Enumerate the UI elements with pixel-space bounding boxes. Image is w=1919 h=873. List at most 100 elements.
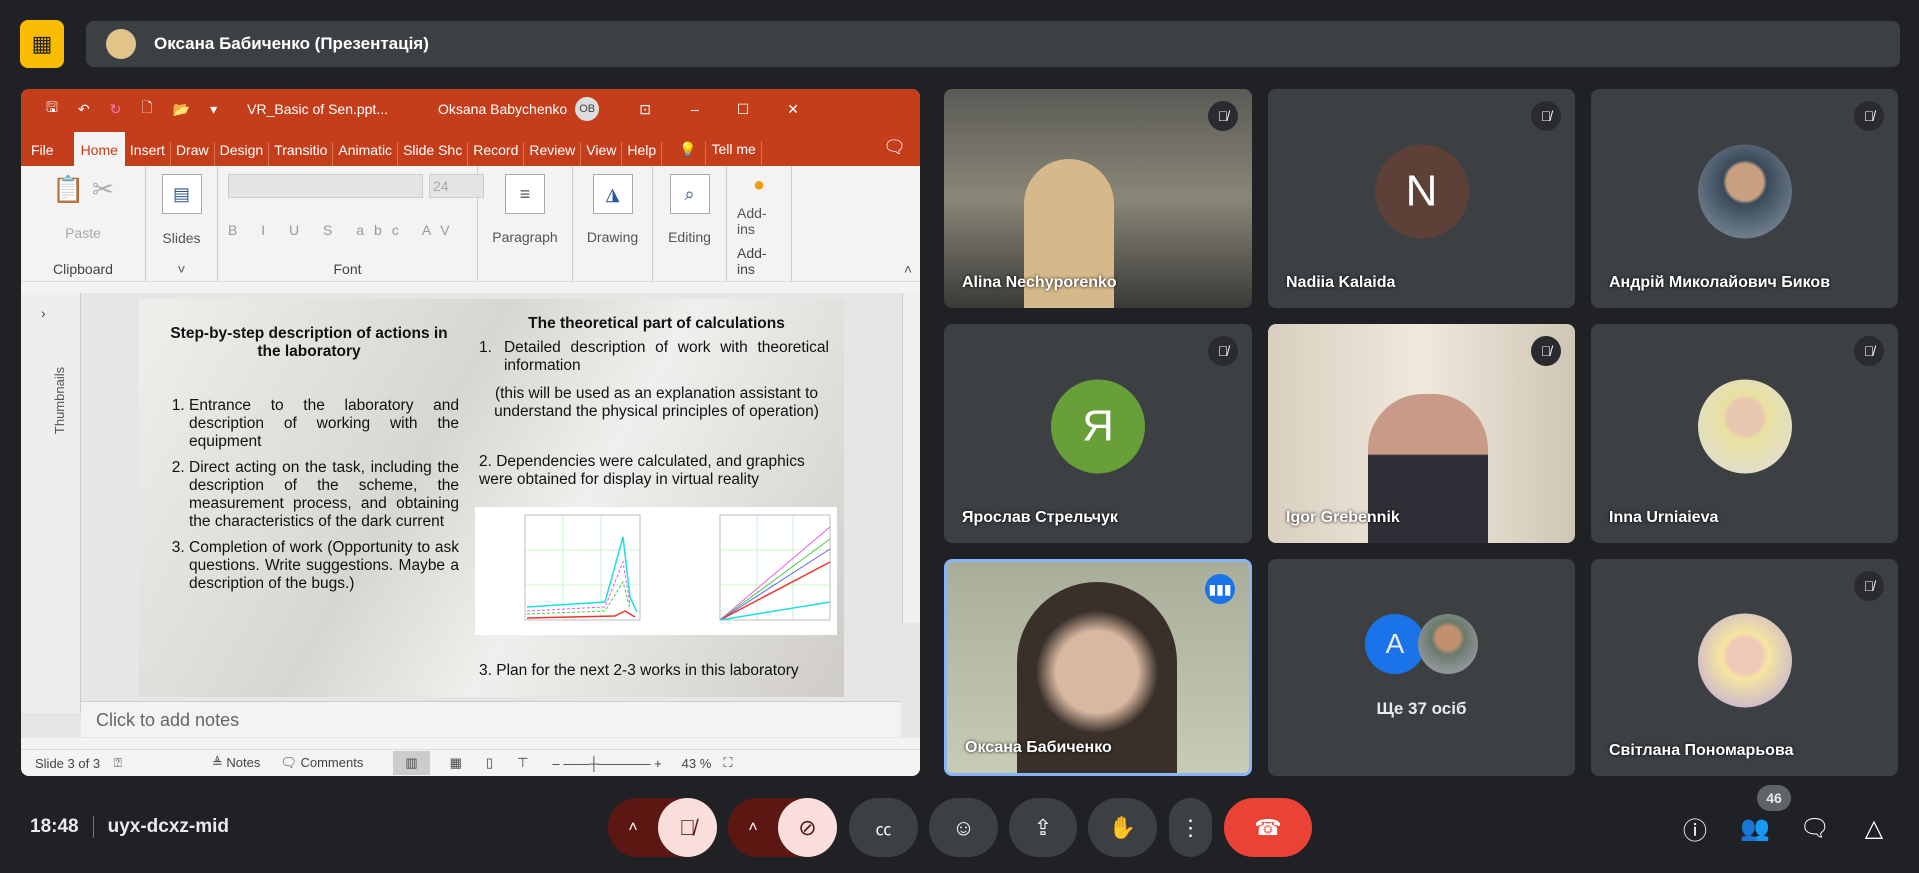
fit-slide-icon[interactable]: ⛶: [723, 755, 732, 771]
minimize-icon[interactable]: –: [691, 101, 699, 117]
tab-design[interactable]: Design: [215, 142, 270, 166]
mic-off-icon: 🎙̸: [1531, 101, 1561, 131]
paste-icon[interactable]: 📋 ✂: [52, 174, 113, 205]
mic-group: ˄ 🎙̸: [608, 798, 717, 857]
presenter-title: Оксана Бабиченко (Презентація): [154, 34, 429, 53]
maximize-icon[interactable]: ☐: [737, 101, 750, 118]
slideshow-icon[interactable]: ⊤: [517, 755, 528, 771]
participant-tile[interactable]: 🎙̸ Igor Grebennik: [1268, 324, 1575, 543]
tab-draw[interactable]: Draw: [171, 142, 215, 166]
vertical-scrollbar[interactable]: [902, 293, 920, 623]
notes-field[interactable]: Click to add notes: [81, 701, 901, 737]
normal-view-icon[interactable]: ▥: [393, 751, 430, 775]
presentation-off-icon[interactable]: ▦: [20, 20, 64, 68]
others-tile[interactable]: A Ще 37 осіб: [1268, 559, 1575, 776]
font-format-buttons[interactable]: B I U S abc AV: [228, 222, 460, 238]
slides-icon[interactable]: ▤: [161, 174, 202, 214]
captions-button[interactable]: ㏄: [849, 798, 918, 857]
editing-button[interactable]: Editing: [668, 229, 711, 245]
slide-sorter-icon[interactable]: ▦: [450, 755, 462, 771]
paragraph-icon[interactable]: ≡: [505, 174, 545, 214]
leave-call-button[interactable]: ☎: [1224, 798, 1312, 857]
accessibility-icon[interactable]: ⍰: [114, 755, 122, 771]
participant-name: Оксана Бабиченко: [965, 739, 1112, 756]
participant-tile[interactable]: Я 🎙̸ Ярослав Стрельчук: [944, 324, 1252, 543]
undo-icon[interactable]: ↶: [78, 101, 90, 118]
tab-insert[interactable]: Insert: [125, 142, 171, 166]
user-avatar[interactable]: OB: [575, 97, 600, 121]
left-title: Step-by-step description of actions in t…: [170, 325, 448, 360]
search-icon[interactable]: ⌕: [669, 174, 710, 214]
left-item: Entrance to the laboratory and descripti…: [189, 397, 459, 451]
people-count-badge: 46: [1757, 785, 1791, 811]
zoom-level[interactable]: 43 %: [682, 756, 712, 771]
mic-off-icon: 🎙̸: [1531, 336, 1561, 366]
tab-review[interactable]: Review: [524, 142, 582, 166]
meeting-code: uyx-dcxz-mid: [107, 816, 230, 837]
camera-off-button[interactable]: ⊘: [778, 798, 837, 857]
chat-icon[interactable]: 🗨: [1799, 812, 1831, 844]
thumbnails-pane[interactable]: › Thumbnails: [21, 293, 81, 713]
people-icon[interactable]: 👥: [1739, 812, 1771, 844]
paragraph-button[interactable]: Paragraph: [492, 229, 557, 245]
slides-button[interactable]: Slides: [162, 230, 200, 246]
more-options-button[interactable]: ⋮: [1169, 798, 1212, 857]
info-icon[interactable]: ⓘ: [1679, 812, 1711, 845]
participant-tile-speaking[interactable]: ▮▮▮ Оксана Бабиченко: [944, 559, 1252, 776]
open-folder-icon[interactable]: 📂: [173, 101, 190, 118]
participant-tile[interactable]: 🎙̸ Inna Urniaieva: [1591, 324, 1898, 543]
comments-icon[interactable]: 🗨: [878, 137, 920, 166]
tab-view[interactable]: View: [581, 142, 623, 166]
right-item: 2. Dependencies were calculated, and gra…: [479, 453, 805, 488]
file-name: VR_Basic of Sen.ppt...: [247, 101, 388, 117]
ribbon-display-icon[interactable]: ⊡: [639, 101, 651, 118]
drawing-icon[interactable]: ◮: [592, 174, 633, 214]
font-size-select[interactable]: 24: [429, 174, 484, 198]
right-item: 3. Plan for the next 2-3 works in this l…: [479, 662, 799, 679]
participant-tile[interactable]: N 🎙̸ Nadiia Kalaida: [1268, 89, 1575, 308]
participant-tile[interactable]: 🎙̸ Alina Nechyporenko: [944, 89, 1252, 308]
mic-options-button[interactable]: ˄: [608, 819, 658, 837]
ribbon: 📋 ✂ Paste Clipboard ▤ Slides ˅ 24 B I U S ab…: [21, 166, 920, 282]
tell-me[interactable]: 💡 Tell me: [662, 141, 767, 166]
tab-slideshow[interactable]: Slide Shc: [398, 142, 469, 166]
tab-file[interactable]: File: [26, 142, 74, 166]
raise-hand-button[interactable]: ✋: [1088, 798, 1157, 857]
addins-group-label: Add-ins: [737, 245, 767, 277]
avatar: [106, 29, 136, 59]
tab-help[interactable]: Help: [622, 142, 663, 166]
close-icon[interactable]: ✕: [787, 101, 799, 118]
mic-off-button[interactable]: 🎙̸: [658, 798, 717, 857]
participant-name: Igor Grebennik: [1286, 509, 1400, 526]
drawing-button[interactable]: Drawing: [587, 229, 638, 245]
redo-icon[interactable]: ↻: [110, 101, 122, 118]
camera-options-button[interactable]: ˄: [728, 819, 778, 837]
addins-icon[interactable]: ●: [753, 174, 765, 197]
participant-tile[interactable]: 🎙̸ Андрій Миколайович Биков: [1591, 89, 1898, 308]
comments-button[interactable]: 🗨 Comments: [280, 755, 363, 771]
addins-button[interactable]: Add-ins: [737, 205, 781, 237]
activities-icon[interactable]: △: [1858, 812, 1890, 844]
customize-icon[interactable]: ▾: [210, 101, 217, 118]
status-bar: Slide 3 of 3 ⍰ ≜ Notes 🗨 Comments ▥ ▦ ▯ …: [21, 749, 920, 776]
font-group-label: Font: [333, 261, 362, 277]
tab-record[interactable]: Record: [468, 142, 525, 166]
save-icon[interactable]: 🖫: [46, 97, 58, 121]
collapse-ribbon-icon[interactable]: ˄: [904, 261, 912, 277]
paste-button[interactable]: Paste: [65, 225, 101, 241]
notes-button[interactable]: ≜ Notes: [212, 755, 260, 771]
tab-home[interactable]: Home: [73, 132, 125, 166]
present-button[interactable]: ⇪: [1009, 798, 1077, 857]
tab-transitions[interactable]: Transitio: [269, 142, 334, 166]
reading-view-icon[interactable]: ▯: [486, 755, 493, 771]
clock: 18:48: [30, 816, 79, 837]
ribbon-tabs: File Home Insert Draw Design Transitio A…: [21, 129, 920, 166]
zoom-slider[interactable]: – ——┼———— +: [552, 756, 661, 771]
emoji-button[interactable]: ☺: [929, 798, 998, 857]
new-file-icon[interactable]: 🗋: [141, 97, 152, 121]
font-name-select[interactable]: [228, 174, 423, 198]
participant-tile[interactable]: 🎙̸ Світлана Пономарьова: [1591, 559, 1898, 776]
tab-animations[interactable]: Animatic: [333, 142, 399, 166]
expand-icon[interactable]: ›: [41, 305, 46, 321]
slide[interactable]: Step-by-step description of actions in t…: [139, 299, 844, 697]
